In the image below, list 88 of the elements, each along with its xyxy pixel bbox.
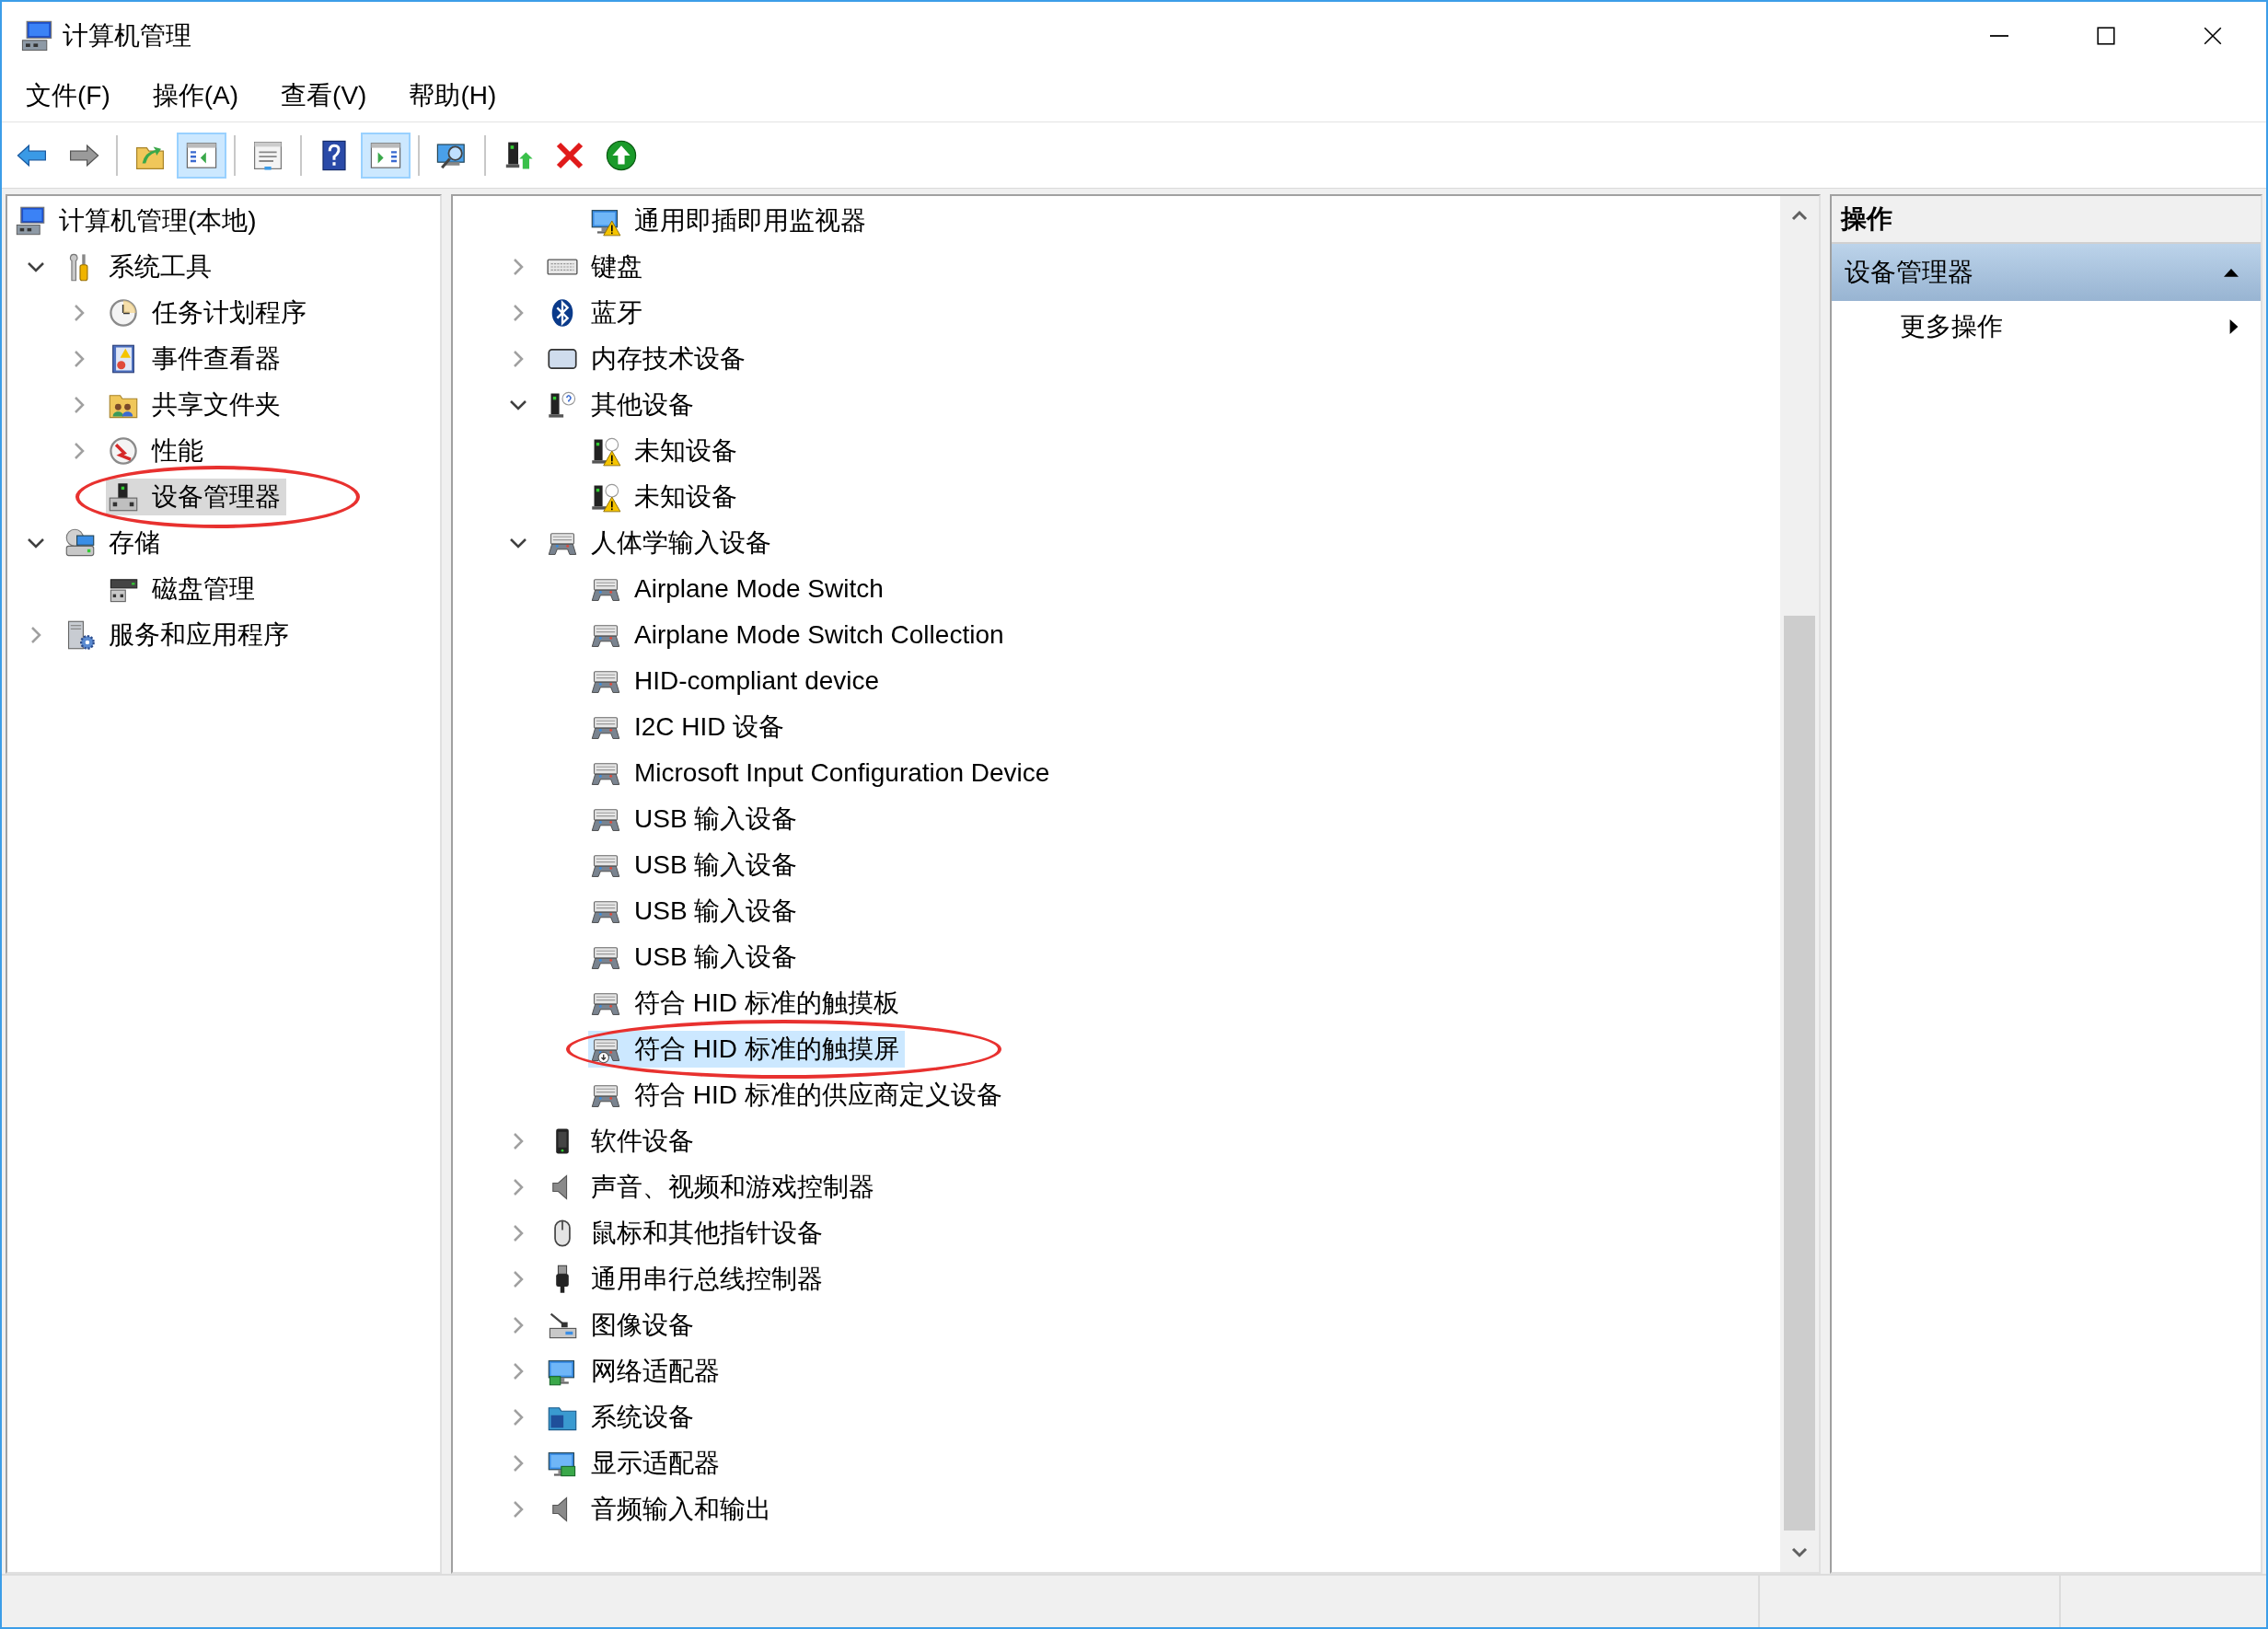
item-label: 键盘 [591, 251, 643, 283]
item-label: 显示适配器 [591, 1448, 721, 1479]
tree-item[interactable]: 蓝牙 [545, 295, 648, 331]
item-label: 网络适配器 [591, 1356, 721, 1387]
menu-item[interactable]: 查看(V) [268, 75, 380, 116]
tree-item[interactable]: 性能 [106, 433, 209, 469]
item-label: 未知设备 [634, 435, 738, 467]
item-label: 声音、视频和游戏控制器 [591, 1172, 875, 1203]
tree-item[interactable]: 服务和应用程序 [63, 617, 295, 653]
item-label: 事件查看器 [152, 343, 282, 375]
item-label: USB 输入设备 [634, 942, 799, 973]
tree-item[interactable]: 音频输入和输出 [545, 1491, 777, 1528]
tree-item[interactable]: 通用串行总线控制器 [545, 1261, 828, 1298]
tree-item[interactable]: 任务计划程序 [106, 295, 312, 331]
tree-item[interactable]: 人体学输入设备 [545, 525, 777, 561]
item-label: 符合 HID 标准的触摸板 [634, 988, 900, 1019]
tree-item[interactable]: USB 输入设备 [588, 801, 804, 838]
item-label: Microsoft Input Configuration Device [634, 757, 1051, 789]
menu-item[interactable]: 操作(A) [139, 75, 252, 116]
window-title: 计算机管理 [63, 20, 191, 52]
item-label: 性能 [152, 435, 204, 467]
tree-item[interactable]: 未知设备 [588, 433, 743, 469]
item-label: 人体学输入设备 [591, 527, 772, 559]
item-label: 内存技术设备 [591, 343, 746, 375]
item-label: 软件设备 [591, 1126, 695, 1157]
item-label: 蓝牙 [591, 297, 643, 329]
item-label: 磁盘管理 [152, 573, 256, 605]
action-item[interactable]: 更多操作 [1832, 301, 2261, 352]
item-label: 鼠标和其他指针设备 [591, 1218, 824, 1249]
item-label: USB 输入设备 [634, 803, 799, 835]
item-label: 通用串行总线控制器 [591, 1264, 824, 1295]
item-label: Airplane Mode Switch Collection [634, 619, 1005, 651]
item-label: USB 输入设备 [634, 849, 799, 881]
tree-item[interactable]: 未知设备 [588, 479, 743, 515]
menu-item[interactable]: 文件(F) [13, 75, 123, 116]
tree-item[interactable]: 其他设备 [545, 387, 700, 423]
tree-item[interactable]: 符合 HID 标准的触摸板 [588, 985, 905, 1022]
tree-item[interactable]: 计算机管理(本地) [13, 202, 262, 239]
item-label: 音频输入和输出 [591, 1494, 772, 1525]
tree-item[interactable]: 设备管理器 [106, 479, 286, 515]
tree-item[interactable]: 共享文件夹 [106, 387, 286, 423]
tree-item[interactable]: 显示适配器 [545, 1445, 725, 1482]
item-label: 设备管理器 [152, 481, 282, 513]
item-label: HID-compliant device [634, 665, 881, 697]
tree-item[interactable]: 符合 HID 标准的供应商定义设备 [588, 1077, 1008, 1114]
item-label: 未知设备 [634, 481, 738, 513]
tree-item[interactable]: 内存技术设备 [545, 341, 751, 377]
menu-item[interactable]: 帮助(H) [396, 75, 510, 116]
tree-item[interactable]: USB 输入设备 [588, 893, 804, 930]
tree-item[interactable]: HID-compliant device [588, 663, 885, 699]
item-label: 其他设备 [591, 389, 695, 421]
section-header[interactable]: 设备管理器 [1832, 244, 2261, 301]
tree-item[interactable]: 符合 HID 标准的触摸屏 [588, 1031, 905, 1068]
tree-item[interactable]: 网络适配器 [545, 1353, 725, 1390]
pane-heading: 操作 [1841, 203, 1892, 235]
tree-item[interactable]: 通用即插即用监视器 [588, 202, 872, 239]
tree-item[interactable]: USB 输入设备 [588, 939, 804, 976]
tree-item[interactable]: Airplane Mode Switch Collection [588, 617, 1010, 653]
action-label: 更多操作 [1900, 311, 2003, 342]
item-label: 任务计划程序 [152, 297, 307, 329]
item-label: 系统设备 [591, 1402, 695, 1433]
item-label: 符合 HID 标准的供应商定义设备 [634, 1080, 1003, 1111]
tree-item[interactable]: 图像设备 [545, 1307, 700, 1344]
item-label: I2C HID 设备 [634, 711, 786, 743]
tree-item[interactable]: I2C HID 设备 [588, 709, 791, 745]
tree-item[interactable]: 磁盘管理 [106, 571, 260, 607]
item-label: 系统工具 [109, 251, 213, 283]
tree-item[interactable]: USB 输入设备 [588, 847, 804, 884]
tree-item[interactable]: 键盘 [545, 248, 648, 285]
tree-item[interactable]: Microsoft Input Configuration Device [588, 755, 1056, 791]
item-label: Airplane Mode Switch [634, 573, 885, 605]
item-label: 服务和应用程序 [109, 619, 290, 651]
item-label: USB 输入设备 [634, 895, 799, 927]
item-label: 计算机管理(本地) [59, 205, 258, 237]
item-label: 图像设备 [591, 1310, 695, 1341]
tree-item[interactable]: Airplane Mode Switch [588, 571, 889, 607]
tree-item[interactable]: 系统设备 [545, 1399, 700, 1436]
item-label: 通用即插即用监视器 [634, 205, 867, 237]
tree-item[interactable]: 鼠标和其他指针设备 [545, 1215, 828, 1252]
tree-item[interactable]: 系统工具 [63, 248, 217, 285]
item-label: 共享文件夹 [152, 389, 282, 421]
tree-item[interactable]: 存储 [63, 525, 166, 561]
tree-item[interactable]: 声音、视频和游戏控制器 [545, 1169, 880, 1206]
item-label: 存储 [109, 527, 161, 559]
tree-item[interactable]: 事件查看器 [106, 341, 286, 377]
tree-item[interactable]: 软件设备 [545, 1123, 700, 1160]
section-label: 设备管理器 [1845, 257, 1973, 288]
item-label: 符合 HID 标准的触摸屏 [634, 1034, 900, 1065]
